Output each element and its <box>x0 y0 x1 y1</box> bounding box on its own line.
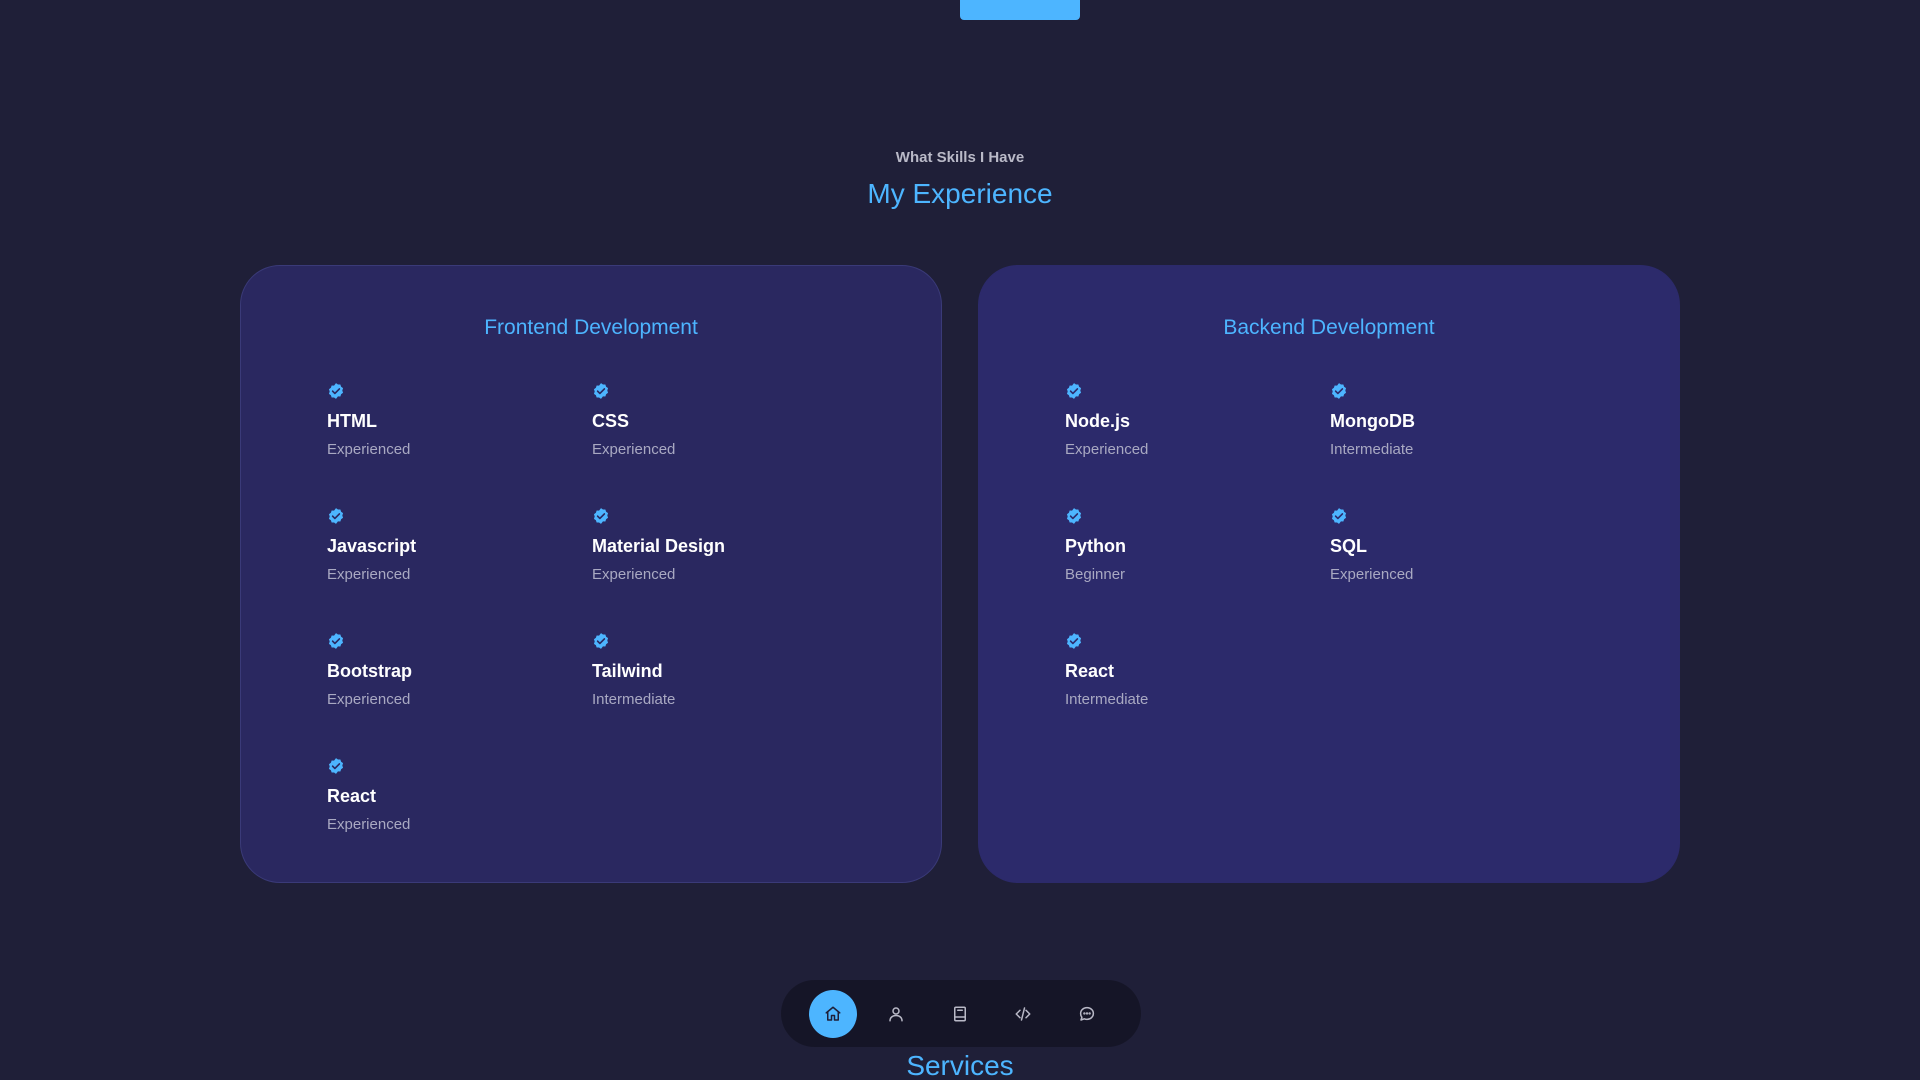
skill-item: MongoDB Intermediate <box>1330 382 1595 507</box>
skill-name: MongoDB <box>1330 411 1415 431</box>
frontend-card: Frontend Development HTML Experienced CS… <box>240 265 942 883</box>
verified-check-icon <box>593 633 609 649</box>
skill-level: Experienced <box>327 691 411 708</box>
backend-card-title: Backend Development <box>1223 316 1435 339</box>
verified-check-icon <box>328 383 344 399</box>
skill-item: Node.js Experienced <box>1065 382 1330 507</box>
section-title: My Experience <box>867 178 1053 209</box>
skill-item: Tailwind Intermediate <box>592 632 857 757</box>
frontend-skills: HTML Experienced CSS Experienced Javascr… <box>327 382 887 882</box>
skill-item: React Intermediate <box>1065 632 1330 757</box>
code-icon <box>1015 1007 1031 1021</box>
verified-check-icon <box>593 383 609 399</box>
page: What Skills I Have My Experience Fronten… <box>0 0 1920 1080</box>
skill-name: Python <box>1065 536 1126 556</box>
skill-name: HTML <box>327 411 377 431</box>
skill-level: Experienced <box>1065 441 1149 458</box>
skill-name: Tailwind <box>592 661 663 681</box>
nav-services[interactable] <box>999 990 1047 1038</box>
skill-name: Node.js <box>1065 411 1131 431</box>
backend-card: Backend Development Node.js Experienced … <box>978 265 1680 883</box>
verified-check-icon <box>1331 383 1347 399</box>
skill-level: Experienced <box>1330 566 1414 583</box>
verified-check-icon <box>1066 508 1082 524</box>
skill-level: Intermediate <box>592 691 676 708</box>
verified-check-icon <box>1066 633 1082 649</box>
home-icon <box>825 1006 841 1021</box>
skill-name: Bootstrap <box>327 661 412 681</box>
skill-item: Python Beginner <box>1065 507 1330 632</box>
verified-check-icon <box>593 508 609 524</box>
book-icon <box>954 1006 966 1022</box>
skill-name: SQL <box>1330 536 1368 556</box>
skill-name: CSS <box>592 411 630 431</box>
verified-check-icon <box>1331 508 1347 524</box>
message-icon <box>1079 1006 1095 1021</box>
nav-about[interactable] <box>872 990 920 1038</box>
nav-experience[interactable] <box>936 990 984 1038</box>
skill-item: SQL Experienced <box>1330 507 1595 632</box>
user-icon <box>889 1007 903 1022</box>
skill-name: React <box>1065 661 1115 681</box>
skill-item: React Experienced <box>327 757 592 882</box>
skill-level: Intermediate <box>1330 441 1414 458</box>
experience-header: What Skills I Have My Experience <box>0 148 1920 214</box>
verified-check-icon <box>328 508 344 524</box>
skill-item: Material Design Experienced <box>592 507 857 632</box>
verified-check-icon <box>328 633 344 649</box>
download-cv-button[interactable] <box>960 0 1080 20</box>
skill-level: Beginner <box>1065 566 1126 583</box>
skill-name: Javascript <box>327 536 417 556</box>
frontend-card-title: Frontend Development <box>484 316 698 339</box>
skill-level: Experienced <box>592 441 676 458</box>
skill-item: CSS Experienced <box>592 382 857 507</box>
bottom-nav <box>781 980 1141 1047</box>
skill-level: Experienced <box>327 816 411 833</box>
skill-level: Experienced <box>592 566 676 583</box>
skill-name: Material Design <box>592 536 726 556</box>
section-subtitle: What Skills I Have <box>895 149 1025 166</box>
verified-check-icon <box>1066 383 1082 399</box>
skill-level: Intermediate <box>1065 691 1149 708</box>
skill-name: React <box>327 786 377 806</box>
nav-contact[interactable] <box>1063 990 1111 1038</box>
services-section-title: Services <box>906 1050 1014 1080</box>
skill-item: Javascript Experienced <box>327 507 592 632</box>
skill-level: Experienced <box>327 441 411 458</box>
nav-home[interactable] <box>809 990 857 1038</box>
backend-skills: Node.js Experienced MongoDB Intermediate… <box>1065 382 1625 757</box>
verified-check-icon <box>328 758 344 774</box>
skill-item: HTML Experienced <box>327 382 592 507</box>
skill-level: Experienced <box>327 566 411 583</box>
skill-item: Bootstrap Experienced <box>327 632 592 757</box>
